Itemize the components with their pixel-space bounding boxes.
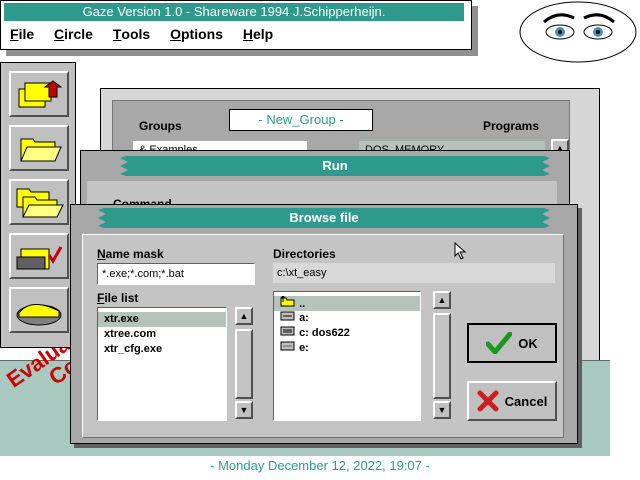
browse-dialog-body: Name mask *.exe;*.com;*.bat Directories … xyxy=(82,234,564,438)
name-mask-label: Name mask xyxy=(97,247,164,261)
check-icon xyxy=(486,332,513,354)
menu-tools[interactable]: Tools xyxy=(113,26,150,42)
list-item[interactable]: e: xyxy=(274,341,420,356)
sidebar-button-5[interactable] xyxy=(9,287,69,333)
disk-icon xyxy=(16,304,62,326)
tool-sidebar xyxy=(0,62,76,348)
group-name-field[interactable]: - New_Group - xyxy=(229,109,373,131)
list-item[interactable]: a: xyxy=(274,311,420,326)
sidebar-button-4[interactable] xyxy=(9,233,69,279)
file-scroll-up-button[interactable]: ▲ xyxy=(235,307,253,325)
run-dialog-title: Run xyxy=(120,156,550,178)
list-item[interactable]: xtree.com xyxy=(98,327,226,342)
ok-button[interactable]: OK xyxy=(467,323,557,363)
floppy-drive-icon xyxy=(280,311,295,321)
cancel-button[interactable]: Cancel xyxy=(467,381,557,421)
dir-scroll-down-button[interactable]: ▼ xyxy=(433,401,451,419)
folder-open-icon xyxy=(20,138,62,162)
file-list-label: File list xyxy=(97,291,139,305)
mouse-cursor-icon xyxy=(454,242,467,260)
folder-check-icon xyxy=(16,246,63,270)
folders-icon xyxy=(16,188,64,218)
browse-dialog-title: Browse file xyxy=(98,208,550,230)
hard-drive-icon xyxy=(280,326,295,336)
cdrom-drive-icon xyxy=(280,341,295,351)
menu-circle[interactable]: Circle xyxy=(54,26,93,42)
sidebar-button-2[interactable] xyxy=(9,125,69,171)
file-scroll-down-button[interactable]: ▼ xyxy=(235,401,253,419)
directories-label: Directories xyxy=(273,247,336,261)
eyes-logo xyxy=(518,0,638,64)
current-directory: c:\xt_easy xyxy=(273,263,555,283)
file-list[interactable]: xtr.exe xtree.com xtr_cfg.exe xyxy=(97,307,227,421)
sidebar-button-1[interactable] xyxy=(9,71,69,117)
file-scrollbar[interactable] xyxy=(235,329,253,399)
groups-label: Groups xyxy=(139,119,182,133)
menu-options[interactable]: Options xyxy=(170,26,223,42)
programs-label: Programs xyxy=(483,119,540,133)
date-display: - Monday December 12, 2022, 19:07 - xyxy=(210,458,430,473)
dir-scroll-up-button[interactable]: ▲ xyxy=(433,291,451,309)
menu-bar: File Circle Tools Options Help xyxy=(10,26,289,44)
menu-help[interactable]: Help xyxy=(243,26,273,42)
sidebar-button-3[interactable] xyxy=(9,179,69,225)
list-item[interactable]: c: dos622 xyxy=(274,326,420,341)
cross-icon xyxy=(477,390,499,412)
folder-upload-icon xyxy=(18,80,63,108)
parent-folder-icon xyxy=(280,295,295,307)
list-item[interactable]: xtr_cfg.exe xyxy=(98,342,226,357)
menu-file[interactable]: File xyxy=(10,26,34,42)
name-mask-input[interactable]: *.exe;*.com;*.bat xyxy=(97,263,255,285)
list-item[interactable]: xtr.exe xyxy=(98,312,226,327)
app-title: Gaze Version 1.0 - Shareware 1994 J.Schi… xyxy=(4,3,464,21)
directory-list[interactable]: .. a: c: dos622 e: xyxy=(273,291,421,421)
dir-scrollbar[interactable] xyxy=(433,313,451,399)
list-item[interactable]: .. xyxy=(274,295,420,311)
